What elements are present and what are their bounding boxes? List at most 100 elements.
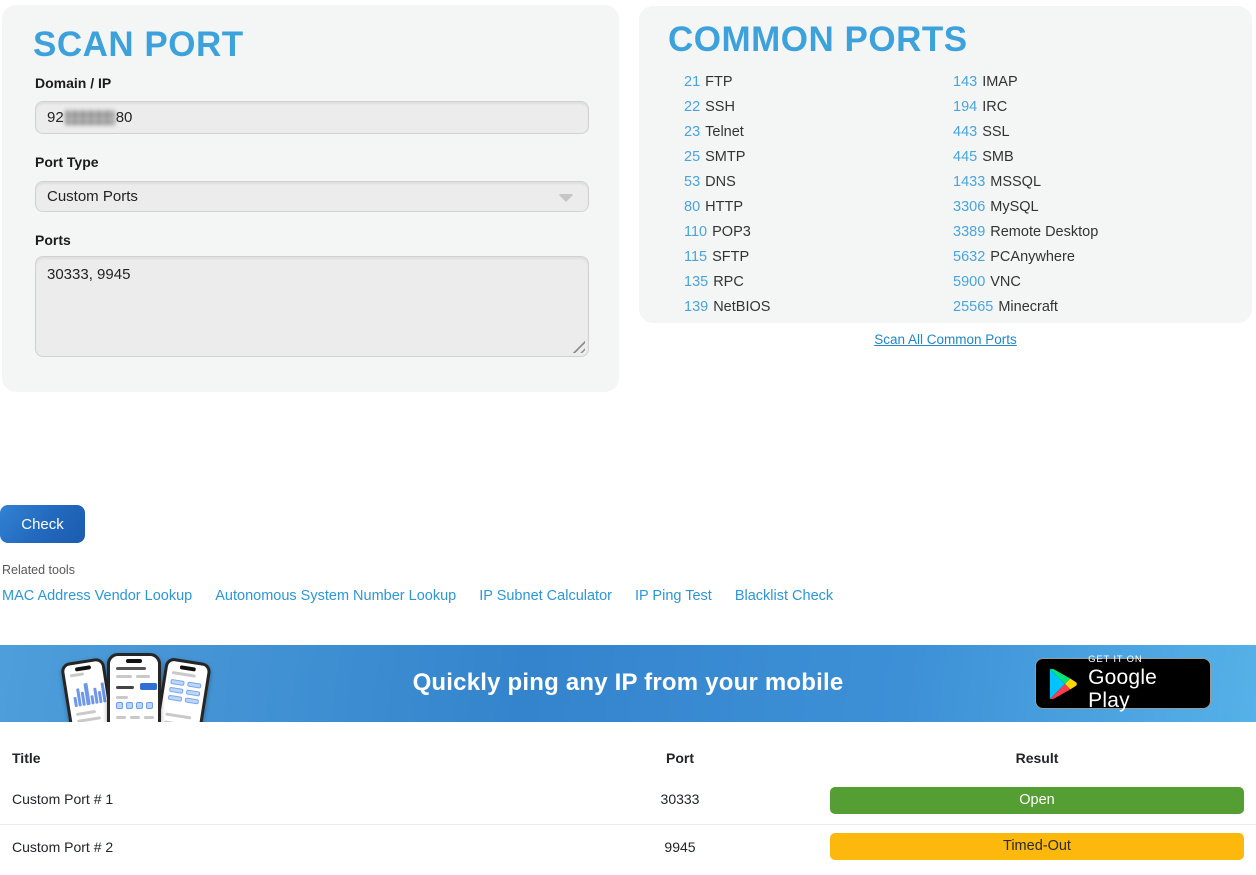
domain-ip-label: Domain / IP: [35, 75, 111, 91]
port-number: 3306: [953, 199, 985, 215]
list-item: 25565Minecraft: [953, 295, 1098, 320]
port-name: PCAnywhere: [990, 249, 1075, 265]
port-name: NetBIOS: [713, 299, 770, 315]
port-name: RPC: [713, 274, 744, 290]
list-item: 445SMB: [953, 145, 1098, 170]
phone-notch: [75, 665, 91, 671]
link-mac-address-vendor-lookup[interactable]: MAC Address Vendor Lookup: [2, 588, 192, 604]
list-item: 5632 PCAnywhere: [953, 245, 1098, 270]
badge-small-text: GET IT ON: [1088, 655, 1198, 665]
port-number: 443: [953, 124, 977, 140]
column-header-port: Port: [605, 750, 755, 766]
mobile-app-banner: Quickly ping any IP from your mobile GET…: [0, 645, 1256, 722]
related-tools-links: MAC Address Vendor Lookup Autonomous Sys…: [2, 588, 833, 604]
list-item: 139 NetBIOS: [684, 295, 770, 320]
port-number: 194: [953, 99, 977, 115]
port-name: SFTP: [712, 249, 749, 265]
port-name: MySQL: [990, 199, 1038, 215]
list-item: 3389 Remote Desktop: [953, 220, 1098, 245]
port-name: SMTP: [705, 149, 745, 165]
port-number: 143: [953, 74, 977, 90]
port-number: 25565: [953, 299, 993, 315]
link-blacklist-check[interactable]: Blacklist Check: [735, 588, 833, 604]
google-play-icon: [1048, 667, 1078, 701]
common-ports-title: COMMON PORTS: [668, 20, 968, 60]
bar-chart-graphic: [71, 676, 107, 707]
ports-label: Ports: [35, 232, 71, 248]
port-number: 23: [684, 124, 700, 140]
port-type-label: Port Type: [35, 154, 99, 170]
app-tiles-graphic: [116, 702, 153, 709]
table-row-title: Custom Port # 2: [12, 839, 113, 855]
column-header-result: Result: [830, 750, 1244, 766]
port-name: MSSQL: [990, 174, 1041, 190]
list-item: 53 DNS: [684, 170, 770, 195]
pill-buttons-graphic: [168, 679, 205, 705]
related-tools-label: Related tools: [2, 563, 75, 577]
scan-all-wrap: Scan All Common Ports: [639, 331, 1252, 349]
port-number: 3389: [953, 224, 985, 240]
port-scanner-page: SCAN PORT Domain / IP 9280 Port Type Cus…: [0, 0, 1256, 875]
list-item: 443SSL: [953, 120, 1098, 145]
link-asn-lookup[interactable]: Autonomous System Number Lookup: [215, 588, 456, 604]
scan-port-card: SCAN PORT Domain / IP 9280 Port Type Cus…: [2, 5, 619, 392]
port-number: 1433: [953, 174, 985, 190]
domain-ip-input[interactable]: 9280: [35, 101, 589, 134]
ports-textarea[interactable]: 30333, 9945: [36, 257, 588, 356]
google-play-badge-text: GET IT ON Google Play: [1088, 655, 1198, 712]
phone-notch: [126, 659, 142, 663]
port-number: 139: [684, 299, 708, 315]
common-ports-column-2: 143 IMAP 194 IRC 443SSL 445SMB 1433 MSSQL 3…: [953, 70, 1098, 320]
port-number: 5632: [953, 249, 985, 265]
list-item: 80 HTTP: [684, 195, 770, 220]
port-number: 25: [684, 149, 700, 165]
link-ip-ping-test[interactable]: IP Ping Test: [635, 588, 712, 604]
ports-textarea-wrap: 30333, 9945: [35, 256, 589, 357]
list-item: 1433 MSSQL: [953, 170, 1098, 195]
redacted-ip-segment: [65, 110, 115, 125]
check-button[interactable]: Check: [0, 505, 85, 543]
port-number: 80: [684, 199, 700, 215]
list-item: 135 RPC: [684, 270, 770, 295]
port-number: 135: [684, 274, 708, 290]
status-badge-open: Open: [830, 787, 1244, 814]
port-name: Remote Desktop: [990, 224, 1098, 240]
list-item: 110 POP3: [684, 220, 770, 245]
status-badge-timed-out: Timed-Out: [830, 833, 1244, 860]
list-item: 23 Telnet: [684, 120, 770, 145]
row-divider: [0, 824, 1256, 825]
phone-mockup-center: [107, 653, 161, 722]
port-number: 5900: [953, 274, 985, 290]
port-number: 22: [684, 99, 700, 115]
port-number: 110: [684, 224, 707, 240]
port-number: 53: [684, 174, 700, 190]
list-item: 143 IMAP: [953, 70, 1098, 95]
common-ports-column-1: 21FTP 22SSH 23Telnet 25SMTP 53DNS 80HTTP…: [684, 70, 770, 320]
port-name: DNS: [705, 174, 736, 190]
port-number: 21: [684, 74, 700, 90]
port-name: IRC: [982, 99, 1007, 115]
port-name: IMAP: [982, 74, 1017, 90]
port-name: HTTP: [705, 199, 743, 215]
port-number: 115: [684, 249, 707, 265]
port-name: POP3: [712, 224, 751, 240]
app-button-graphic: [140, 683, 157, 690]
link-ip-subnet-calculator[interactable]: IP Subnet Calculator: [479, 588, 612, 604]
google-play-badge[interactable]: GET IT ON Google Play: [1035, 658, 1211, 709]
port-name: SMB: [982, 149, 1013, 165]
list-item: 5900VNC: [953, 270, 1098, 295]
phone-mockup-right: [154, 657, 212, 722]
phone-mockups: [66, 651, 216, 722]
table-row-port: 9945: [605, 839, 755, 855]
common-ports-card: COMMON PORTS 21FTP 22SSH 23Telnet 25SMTP…: [639, 6, 1252, 323]
port-type-select[interactable]: Custom Ports: [35, 181, 589, 212]
phone-notch: [180, 665, 196, 671]
scan-all-common-ports-link[interactable]: Scan All Common Ports: [874, 332, 1017, 347]
domain-value-prefix: 92: [47, 109, 64, 126]
list-item: 22SSH: [684, 95, 770, 120]
list-item: 115 SFTP: [684, 245, 770, 270]
port-name: Telnet: [705, 124, 744, 140]
badge-large-text: Google Play: [1088, 666, 1198, 712]
column-header-title: Title: [12, 750, 41, 766]
table-row-port: 30333: [605, 791, 755, 807]
